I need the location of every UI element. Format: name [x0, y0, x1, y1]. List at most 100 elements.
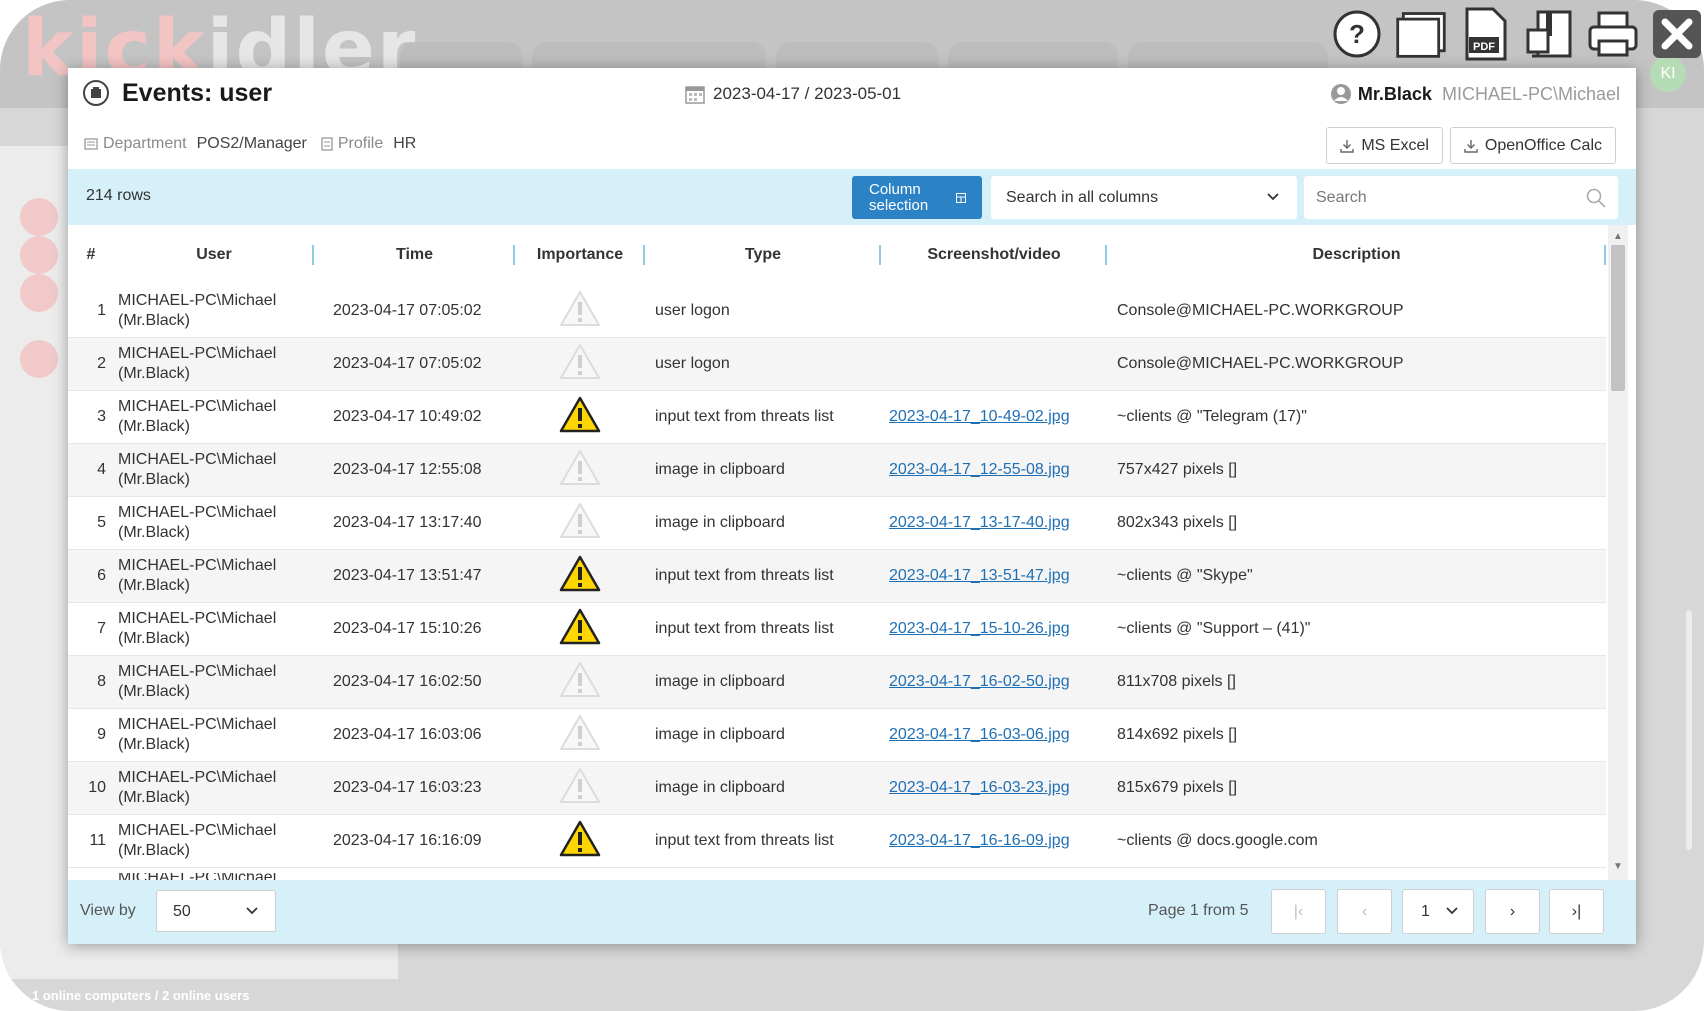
export-calc-button[interactable]: OpenOffice Calc — [1449, 127, 1616, 164]
column-header-screenshot[interactable]: Screenshot/video — [881, 225, 1107, 285]
download-icon — [1464, 139, 1478, 153]
view-by-label: View by — [80, 902, 136, 919]
table-row[interactable]: 9 MICHAEL-PC\Michael (Mr.Black) 2023-04-17 … — [68, 709, 1606, 762]
dialog-header: Events: user 2023-04-17 / 2023-05-01 Mr.… — [68, 68, 1636, 170]
help-icon[interactable]: ? — [1330, 7, 1384, 61]
pdf-icon[interactable]: PDF — [1458, 7, 1512, 61]
page-number-value: 1 — [1421, 903, 1430, 920]
column-header-num[interactable]: # — [68, 225, 114, 285]
screenshot-link[interactable]: 2023-04-17_15-10-26.jpg — [889, 620, 1070, 638]
table-row[interactable]: 8 MICHAEL-PC\Michael (Mr.Black) 2023-04-17 … — [68, 656, 1606, 709]
screenshot-link[interactable]: 2023-04-17_12-55-08.jpg — [889, 461, 1070, 479]
last-page-button[interactable]: ›| — [1549, 889, 1604, 934]
row-user-name: (Mr.Black) — [118, 418, 190, 435]
row-type: input text from threats list — [655, 832, 834, 849]
row-number: 4 — [97, 461, 106, 478]
prev-page-button[interactable]: ‹ — [1337, 889, 1392, 934]
close-icon[interactable] — [1650, 7, 1704, 61]
column-header-type[interactable]: Type — [645, 225, 881, 285]
column-header-importance[interactable]: Importance — [515, 225, 645, 285]
row-importance — [515, 285, 645, 338]
row-type: input text from threats list — [655, 567, 834, 584]
row-number: 1 — [97, 302, 106, 319]
row-user-account: MICHAEL-PC\Michael — [118, 822, 277, 839]
table-row[interactable]: 5 MICHAEL-PC\Michael (Mr.Black) 2023-04-17 … — [68, 497, 1606, 550]
row-screenshot: 2023-04-17_16-16-09.jpg — [881, 815, 1107, 868]
search-scope-select[interactable]: Search in all columns — [991, 176, 1297, 219]
row-user: MICHAEL-PC\Michael (Mr.Black) — [114, 285, 314, 338]
calendar-icon — [685, 86, 705, 104]
column-selection-button[interactable]: Column selection — [852, 176, 982, 219]
row-user-name: (Mr.Black) — [118, 789, 190, 806]
table-row[interactable]: 7 MICHAEL-PC\Michael (Mr.Black) 2023-04-17 … — [68, 603, 1606, 656]
export-excel-button[interactable]: MS Excel — [1326, 127, 1443, 164]
row-user-name: (Mr.Black) — [118, 630, 190, 647]
scrollbar-thumb[interactable] — [1611, 245, 1625, 391]
scroll-down-icon[interactable]: ▼ — [1613, 861, 1623, 872]
table-row[interactable]: 4 MICHAEL-PC\Michael (Mr.Black) 2023-04-17 … — [68, 444, 1606, 497]
row-type: user logon — [655, 355, 730, 372]
row-time: 2023-04-17 16:02:50 — [333, 673, 482, 690]
screenshot-link[interactable]: 2023-04-17_16-03-06.jpg — [889, 726, 1070, 744]
screenshot-link[interactable]: 2023-04-17_13-51-47.jpg — [889, 567, 1070, 585]
screenshot-link[interactable]: 2023-04-17_16-16-09.jpg — [889, 832, 1070, 850]
warning-high-icon — [559, 820, 601, 863]
column-header-user[interactable]: User — [114, 225, 314, 285]
row-description: 815x679 pixels [] — [1117, 779, 1238, 796]
table-row[interactable]: 11 MICHAEL-PC\Michael (Mr.Black) 2023-04-17… — [68, 815, 1606, 868]
column-header-time[interactable]: Time — [314, 225, 515, 285]
row-time: 2023-04-17 12:55:08 — [333, 461, 482, 478]
row-user-account: MICHAEL-PC\Michael — [118, 769, 277, 786]
scroll-up-icon[interactable]: ▲ — [1613, 231, 1623, 242]
row-user-name: (Mr.Black) — [118, 524, 190, 541]
profile: Profile HR — [321, 135, 416, 153]
row-time: 2023-04-17 13:51:47 — [333, 567, 482, 584]
screenshot-link[interactable]: 2023-04-17_16-03-23.jpg — [889, 779, 1070, 797]
window-icon[interactable] — [1394, 7, 1448, 61]
row-user: MICHAEL-PC\Michael (Mr.Black) — [114, 391, 314, 444]
column-header-description[interactable]: Description — [1107, 225, 1606, 285]
page-size-select[interactable]: 50 — [156, 890, 276, 932]
background-dot — [20, 274, 58, 312]
row-description: 811x708 pixels [] — [1117, 673, 1236, 690]
rows-count: 214 rows — [86, 187, 151, 204]
screenshot-link[interactable]: 2023-04-17_16-02-50.jpg — [889, 673, 1070, 691]
row-type: image in clipboard — [655, 779, 785, 796]
row-time: 2023-04-17 15:10:26 — [333, 620, 482, 637]
screenshot-link[interactable]: 2023-04-17_10-49-02.jpg — [889, 408, 1070, 426]
row-description: 802x343 pixels [] — [1117, 514, 1238, 531]
next-page-button[interactable]: › — [1485, 889, 1540, 934]
profile-value: HR — [393, 135, 417, 152]
row-time: 2023-04-17 16:03:06 — [333, 726, 482, 743]
table-scrollbar[interactable]: ▲ ▼ — [1608, 225, 1628, 880]
user-icon — [1330, 84, 1351, 104]
column-header-label: Screenshot/video — [927, 246, 1061, 263]
events-icon — [83, 80, 109, 106]
first-page-button[interactable]: |‹ — [1271, 889, 1326, 934]
row-user: MICHAEL-PC\Michael (Mr.Black) — [114, 603, 314, 656]
search-input[interactable] — [1304, 176, 1618, 219]
row-importance — [515, 709, 645, 762]
department-icon — [84, 138, 98, 150]
row-type: image in clipboard — [655, 673, 785, 690]
table-row[interactable]: 3 MICHAEL-PC\Michael (Mr.Black) 2023-04-17 … — [68, 391, 1606, 444]
row-time: 2023-04-17 10:49:02 — [333, 408, 482, 425]
warning-low-icon — [559, 449, 601, 492]
export-buttons: MS Excel OpenOffice Calc — [1326, 127, 1616, 164]
date-range-text: 2023-04-17 / 2023-05-01 — [713, 84, 902, 103]
events-table: # User Time Importance Type Screenshot/v… — [68, 225, 1636, 880]
row-user-account: MICHAEL-PC\Michael — [118, 557, 277, 574]
row-user-name: (Mr.Black) — [118, 683, 190, 700]
table-row[interactable]: 6 MICHAEL-PC\Michael (Mr.Black) 2023-04-17 … — [68, 550, 1606, 603]
table-row[interactable]: 2 MICHAEL-PC\Michael (Mr.Black) 2023-04-17 … — [68, 338, 1606, 391]
table-row[interactable]: 1 MICHAEL-PC\Michael (Mr.Black) 2023-04-17 … — [68, 285, 1606, 338]
screenshot-link[interactable]: 2023-04-17_13-17-40.jpg — [889, 514, 1070, 532]
page-number-select[interactable]: 1 — [1402, 889, 1474, 934]
archive-icon[interactable] — [1522, 7, 1576, 61]
search-icon[interactable] — [1586, 188, 1606, 208]
print-icon[interactable] — [1586, 7, 1640, 61]
row-importance — [515, 391, 645, 444]
row-importance — [515, 497, 645, 550]
table-row[interactable]: 10 MICHAEL-PC\Michael (Mr.Black) 2023-04-17… — [68, 762, 1606, 815]
row-number: 8 — [97, 673, 106, 690]
